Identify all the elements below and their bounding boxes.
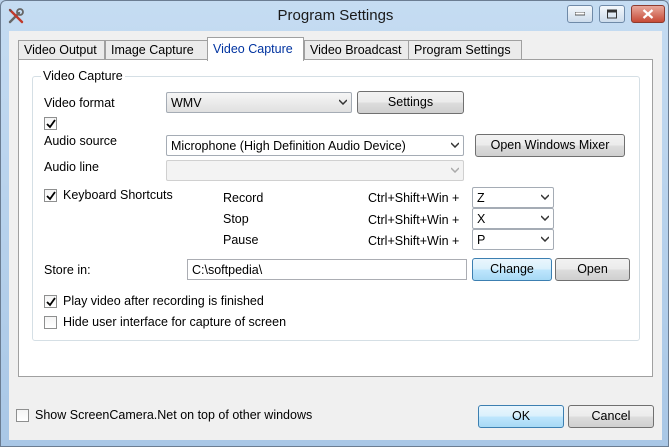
minimize-button[interactable] [567,5,593,23]
video-capture-group: Video Capture Video format WMV Settings … [32,69,640,341]
open-folder-button[interactable]: Open [555,258,630,281]
tab-video-capture[interactable]: Video Capture [207,37,304,61]
chevron-down-icon [541,236,549,242]
group-title: Video Capture [41,69,125,83]
on-top-checkbox[interactable] [16,409,29,422]
format-settings-button[interactable]: Settings [357,91,464,114]
program-settings-window: Program Settings Video Output Image Capt… [0,0,669,447]
change-folder-button[interactable]: Change [472,258,552,281]
audio-enable-checkbox[interactable] [44,117,57,130]
audio-line-label: Audio line [44,160,99,174]
checkmark-icon [46,191,56,201]
shortcut-action-record: Record [223,191,264,205]
chevron-down-icon [451,167,459,173]
shortcut-action-pause: Pause [223,233,259,247]
maximize-button[interactable] [599,5,625,23]
dialog-body: Video Output Image Capture Video Capture… [9,31,662,440]
chevron-down-icon [541,215,549,221]
minimize-icon [575,12,585,16]
stop-key-value: X [477,212,486,226]
play-after-label: Play video after recording is finished [63,294,264,308]
audio-source-select[interactable]: Microphone (High Definition Audio Device… [166,135,464,156]
audio-source-value: Microphone (High Definition Audio Device… [171,139,406,153]
hide-ui-checkbox[interactable] [44,316,57,329]
video-capture-panel: Video Capture Video format WMV Settings … [18,59,653,377]
chevron-down-icon [451,142,459,148]
cancel-button[interactable]: Cancel [568,405,654,428]
maximize-icon [607,9,617,19]
video-format-value: WMV [171,96,202,110]
on-top-label: Show ScreenCamera.Net on top of other wi… [35,408,313,422]
close-button[interactable] [631,5,665,23]
tab-program-settings[interactable]: Program Settings [408,40,522,59]
keyboard-shortcuts-label: Keyboard Shortcuts [63,188,173,202]
video-format-select[interactable]: WMV [166,92,352,113]
open-windows-mixer-button[interactable]: Open Windows Mixer [475,134,625,157]
checkmark-icon [46,297,56,307]
ok-button[interactable]: OK [478,405,564,428]
stop-key-select[interactable]: X [472,208,554,229]
tab-image-capture[interactable]: Image Capture [105,40,209,59]
shortcut-modifier-pause: Ctrl+Shift+Win + [368,234,460,248]
store-in-label: Store in: [44,263,91,277]
hide-ui-label: Hide user interface for capture of scree… [63,315,287,329]
store-path-value: C:\softpedia\ [192,263,263,277]
keyboard-shortcuts-checkbox[interactable] [44,189,57,202]
tab-video-broadcast[interactable]: Video Broadcast [304,40,410,59]
checkmark-icon [46,119,56,129]
store-path-input[interactable]: C:\softpedia\ [187,259,467,280]
shortcut-action-stop: Stop [223,212,249,226]
title-bar[interactable]: Program Settings [1,1,668,31]
tab-video-output[interactable]: Video Output [18,40,105,59]
shortcut-modifier-stop: Ctrl+Shift+Win + [368,213,460,227]
audio-source-label: Audio source [44,134,117,148]
close-icon [642,9,654,19]
audio-line-select[interactable] [166,160,464,181]
pause-key-value: P [477,233,486,247]
shortcut-modifier-record: Ctrl+Shift+Win + [368,191,460,205]
record-key-select[interactable]: Z [472,187,554,208]
chevron-down-icon [541,194,549,200]
record-key-value: Z [477,191,485,205]
chevron-down-icon [339,99,347,105]
play-after-checkbox[interactable] [44,295,57,308]
pause-key-select[interactable]: P [472,229,554,250]
video-format-label: Video format [44,96,115,110]
